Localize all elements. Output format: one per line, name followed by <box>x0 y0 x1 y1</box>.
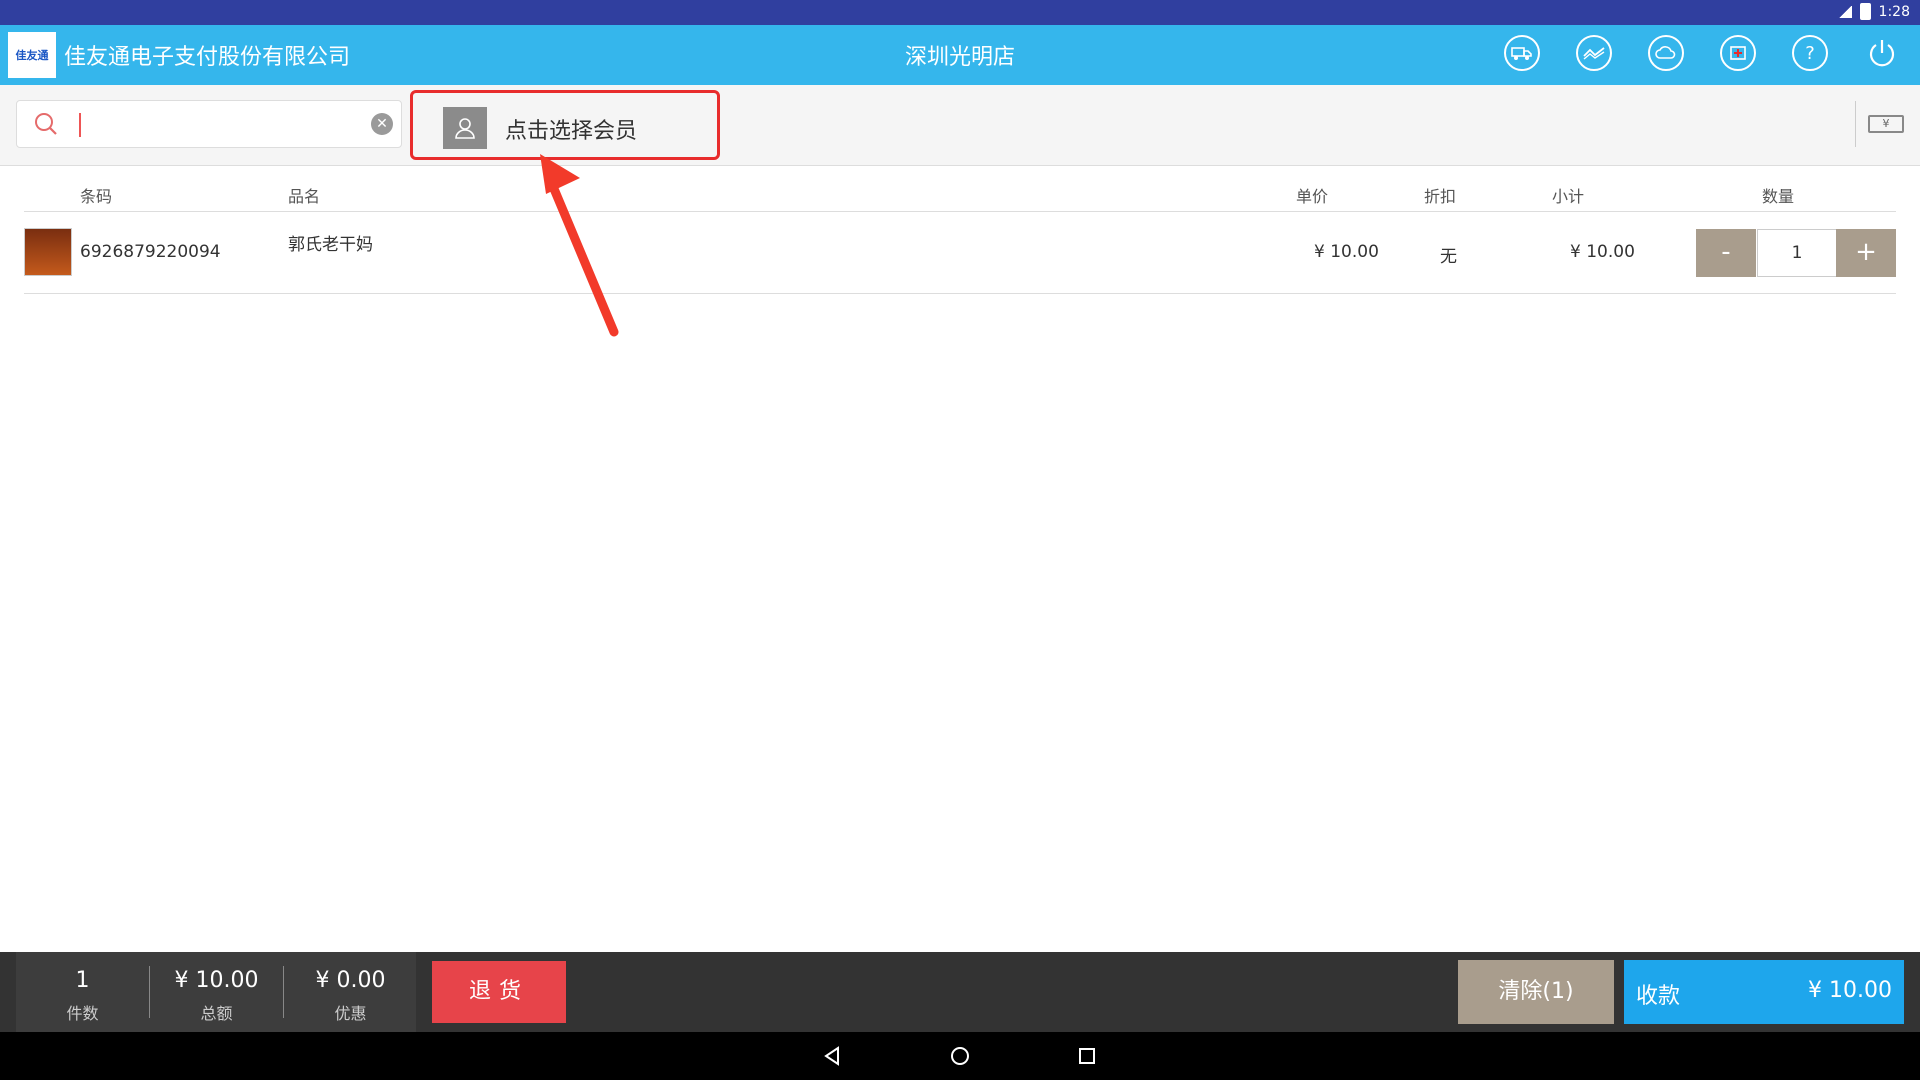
summary-count: 1 件数 <box>16 952 149 1032</box>
annotation-arrow-icon <box>540 154 619 337</box>
header-actions: ? <box>1504 35 1900 71</box>
summary-total: ¥ 10.00 总额 <box>150 952 283 1032</box>
help-icon[interactable]: ? <box>1792 35 1828 71</box>
return-button[interactable]: 退货 <box>432 961 566 1023</box>
summary-discount: ¥ 0.00 优惠 <box>284 952 417 1032</box>
store-name: 深圳光明店 <box>904 45 1015 70</box>
toolbar-divider <box>1855 101 1856 147</box>
total-label: 总额 <box>200 1004 233 1023</box>
total-value: ¥ 10.00 <box>174 968 259 993</box>
home-icon[interactable] <box>948 1044 972 1068</box>
trend-icon[interactable] <box>1576 35 1612 71</box>
checkout-amount: ¥ 10.00 <box>1808 978 1892 1003</box>
row-discount: 无 <box>1440 247 1457 267</box>
discount-label: 优惠 <box>334 1004 367 1023</box>
header-name: 品名 <box>288 187 321 206</box>
count-value: 1 <box>75 968 90 993</box>
search-icon <box>35 113 57 135</box>
clock: 1:28 <box>1878 3 1910 20</box>
signal-icon <box>1837 5 1852 18</box>
cart-table-header: 条码 品名 单价 折扣 小计 数量 <box>24 165 1896 212</box>
table-row[interactable]: 6926879220094 郭氏老干妈 ¥ 10.00 无 ¥ 10.00 - … <box>24 212 1896 294</box>
battery-icon <box>1859 3 1871 20</box>
medical-icon[interactable] <box>1720 35 1756 71</box>
cart-summary: 1 件数 ¥ 10.00 总额 ¥ 0.00 优惠 <box>16 952 416 1032</box>
text-cursor <box>79 113 81 137</box>
clear-cart-button[interactable]: 清除(1) <box>1458 960 1614 1024</box>
header-subtotal: 小计 <box>1552 187 1585 206</box>
cloud-icon[interactable] <box>1648 35 1684 71</box>
select-member-label: 点击选择会员 <box>505 119 638 144</box>
header-discount: 折扣 <box>1424 187 1457 206</box>
qty-input[interactable]: 1 <box>1757 229 1837 277</box>
search-box[interactable]: ✕ <box>16 100 402 148</box>
android-nav-bar <box>0 1032 1920 1080</box>
company-logo: 佳友通 <box>8 32 56 78</box>
app-header: 佳友通 佳友通电子支付股份有限公司 深圳光明店 ? <box>0 25 1920 85</box>
qty-decrease-button[interactable]: - <box>1696 229 1756 277</box>
count-label: 件数 <box>66 1004 99 1023</box>
bottom-bar: 1 件数 ¥ 10.00 总额 ¥ 0.00 优惠 退货 清除(1) 收款 ¥ … <box>0 952 1920 1032</box>
header-qty: 数量 <box>1762 187 1795 206</box>
product-thumbnail <box>24 228 72 276</box>
clear-search-icon[interactable]: ✕ <box>371 113 393 135</box>
member-avatar-icon <box>443 107 487 149</box>
status-bar: 1:28 <box>0 0 1920 25</box>
delivery-icon[interactable] <box>1504 35 1540 71</box>
company-name: 佳友通电子支付股份有限公司 <box>64 45 351 70</box>
row-name: 郭氏老干妈 <box>288 235 373 255</box>
power-icon[interactable] <box>1864 35 1900 71</box>
row-subtotal: ¥ 10.00 <box>1570 242 1635 262</box>
status-indicators: 1:28 <box>1837 3 1910 20</box>
toolbar: ✕ 点击选择会员 ¥ <box>0 85 1920 166</box>
row-barcode: 6926879220094 <box>80 242 221 262</box>
coupon-icon[interactable]: ¥ <box>1868 115 1904 133</box>
discount-value: ¥ 0.00 <box>315 968 386 993</box>
qty-increase-button[interactable]: + <box>1836 229 1896 277</box>
header-price: 单价 <box>1296 187 1329 206</box>
back-icon[interactable] <box>820 1044 844 1068</box>
checkout-label: 收款 <box>1636 984 1681 1009</box>
recents-icon[interactable] <box>1075 1044 1099 1068</box>
checkout-button[interactable]: 收款 ¥ 10.00 <box>1624 960 1904 1024</box>
header-barcode: 条码 <box>80 187 113 206</box>
row-price: ¥ 10.00 <box>1314 242 1379 262</box>
